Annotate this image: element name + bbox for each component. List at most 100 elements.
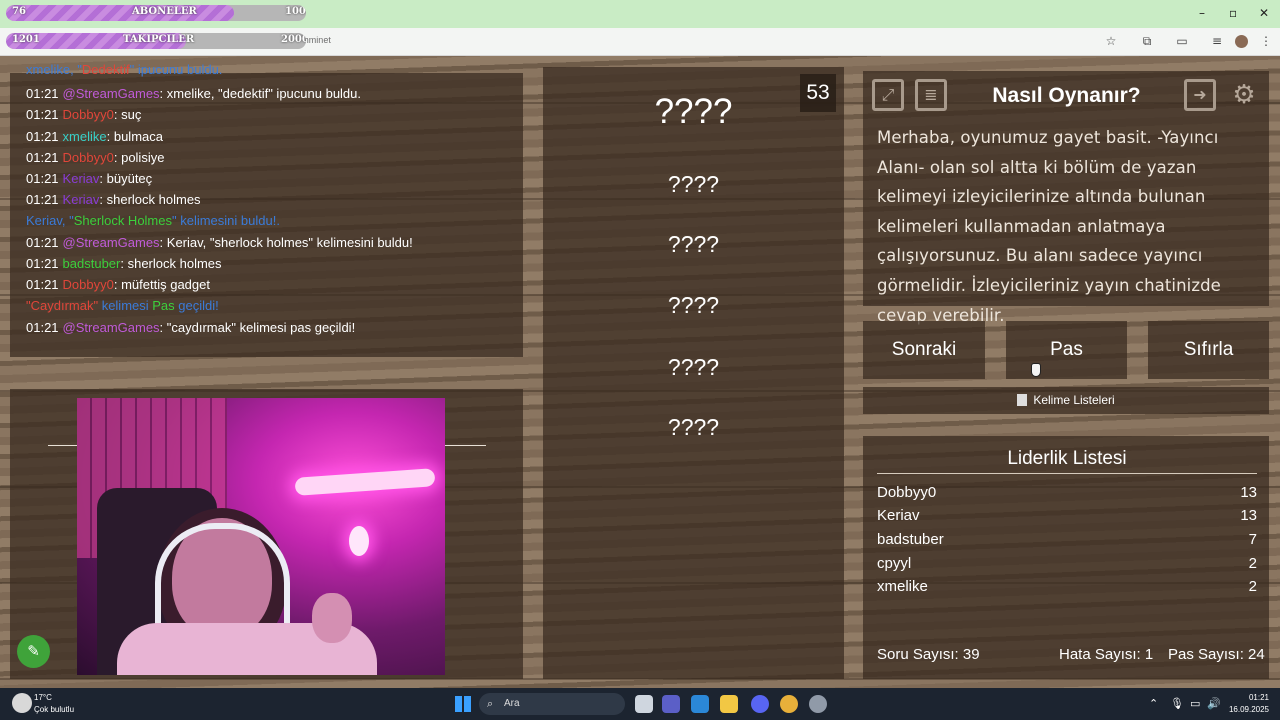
leaderboard-name: badstuber [877, 531, 944, 548]
pass-button[interactable]: Pas [1006, 321, 1127, 379]
chat-username[interactable]: Dobbyy0 [63, 107, 114, 122]
chat-text: : sherlock holmes [99, 192, 201, 207]
notes-icon[interactable]: ≣ [915, 79, 947, 111]
next-button[interactable]: Sonraki [863, 321, 985, 379]
howto-text: Merhaba, oyunumuz gayet basit. -Yayıncı … [877, 128, 1221, 325]
mouse-cursor [1031, 363, 1041, 377]
star-icon[interactable]: ☆ [1104, 34, 1118, 48]
copilot-icon[interactable] [691, 695, 709, 713]
chat-text: : müfettiş gadget [113, 277, 210, 292]
chat-username[interactable]: @StreamGames [63, 235, 160, 250]
chat-notice-cut: xmelike, "Dedektif" ipucunu buldu. [26, 62, 223, 77]
teams-icon[interactable] [662, 695, 680, 713]
chat-username[interactable]: xmelike [63, 129, 107, 144]
menu-icon[interactable]: ⋮ [1259, 34, 1273, 48]
pass-count: Pas Sayısı: 24 [1168, 646, 1265, 663]
webcam-feed [77, 398, 445, 675]
minimize-button[interactable]: – [1199, 6, 1205, 20]
chat-time: 01:21 [26, 320, 59, 335]
pencil-icon[interactable]: ✎ [17, 635, 50, 668]
hint-word: ???? [667, 292, 720, 318]
chat-time: 01:21 [26, 171, 59, 186]
chat-username[interactable]: Dobbyy0 [63, 277, 114, 292]
chat-username[interactable]: @StreamGames [63, 320, 160, 335]
reset-button[interactable]: Sıfırla [1148, 321, 1269, 379]
extensions-icon[interactable]: ⧉ [1140, 34, 1154, 48]
chat-time: 01:21 [26, 150, 59, 165]
leaderboard-name: Dobbyy0 [877, 484, 937, 501]
subscribers-bar-fill [6, 5, 234, 21]
chat-time: 01:21 [26, 235, 59, 250]
chat-message: 01:21 Dobbyy0: müfettiş gadget [26, 277, 210, 292]
followers-label: TAKIPCILER [123, 34, 195, 45]
chat-text: : sherlock holmes [120, 256, 222, 271]
subscribers-label: ABONELER [132, 6, 197, 17]
leaderboard-score: 2 [1248, 578, 1257, 595]
windows-start-icon[interactable] [455, 696, 471, 712]
chat-username[interactable]: Keriav [63, 171, 100, 186]
chat-text: : Keriav, "sherlock holmes" kelimesini b… [159, 235, 413, 250]
leaderboard-row: Keriav 13 [877, 507, 1257, 529]
chat-message: 01:21 @StreamGames: xmelike, "dedektif" i… [26, 86, 361, 101]
howto-title: Nasıl Oynanır? [992, 84, 1141, 107]
app-icon[interactable] [809, 695, 827, 713]
close-button[interactable]: ✕ [1259, 6, 1269, 20]
clock-time[interactable]: 01:21 [1229, 693, 1269, 702]
chat-message: 01:21 xmelike: bulmaca [26, 129, 163, 144]
chat-text: : bulmaca [106, 129, 163, 144]
chat-notice-pass: "Caydırmak" kelimesi Pas geçildi! [26, 298, 219, 313]
chat-username[interactable]: @StreamGames [63, 86, 160, 101]
discord-icon[interactable] [751, 695, 769, 713]
followers-bar: 1201 TAKIPCILER 2000 [6, 33, 306, 49]
leaderboard-title: Liderlik Listesi [1007, 448, 1127, 469]
leaderboard-divider [877, 473, 1257, 474]
chat-time: 01:21 [26, 107, 59, 122]
chat-time: 01:21 [26, 256, 59, 271]
reading-mode-icon[interactable]: ▭ [1175, 34, 1189, 48]
display-icon[interactable]: ▭ [1190, 697, 1200, 710]
chat-message: 01:21 @StreamGames: Keriav, "sherlock hol… [26, 235, 413, 250]
weather-desc[interactable]: Çok bulutlu [34, 705, 74, 714]
media-icon[interactable]: ≡ [1210, 34, 1224, 48]
leaderboard-name: cpyyl [877, 555, 912, 572]
chat-username[interactable]: Keriav [63, 192, 100, 207]
microphone-icon[interactable]: 🎙 [1170, 697, 1184, 710]
leaderboard-name: Keriav [877, 507, 920, 524]
tray-chevron-icon[interactable]: ⌃ [1149, 697, 1158, 710]
chat-username[interactable]: badstuber [63, 256, 121, 271]
main-word: ???? [654, 92, 733, 131]
subscribers-bar: 76 ABONELER 100 [6, 5, 306, 21]
leaderboard-row: badstuber 7 [877, 531, 1257, 553]
weather-icon[interactable] [12, 693, 32, 713]
chat-time: 01:21 [26, 192, 59, 207]
hint-word: ???? [667, 171, 720, 197]
chat-text: : xmelike, "dedektif" ipucunu buldu. [159, 86, 362, 101]
hint-word: ???? [667, 231, 720, 257]
leaderboard-row: Dobbyy0 13 [877, 484, 1257, 506]
weather-temp[interactable]: 17°C [34, 693, 52, 702]
clock-date[interactable]: 16.09.2025 [1213, 705, 1269, 714]
leaderboard-row: cpyyl 2 [877, 555, 1257, 577]
subscribers-goal: 100 [285, 6, 306, 17]
chat-message: 01:21 Keriav: büyüteç [26, 171, 152, 186]
restore-button[interactable]: ▫ [1229, 6, 1237, 20]
file-explorer-icon[interactable] [720, 695, 738, 713]
leaderboard-name: xmelike [877, 578, 928, 595]
taskbar-search[interactable]: ⌕ Ara [479, 693, 625, 715]
streamer-area-rule-right [445, 445, 486, 446]
leaderboard-score: 7 [1248, 531, 1257, 548]
leaderboard-score: 13 [1240, 507, 1257, 524]
gear-icon[interactable]: ⚙ [1228, 79, 1260, 111]
word-lists-button[interactable]: Kelime Listeleri [863, 387, 1269, 414]
chat-text: : polisiye [113, 150, 165, 165]
chat-username[interactable]: Dobbyy0 [63, 150, 114, 165]
chat-message: 01:21 @StreamGames: "caydırmak" kelimesi … [26, 320, 355, 335]
profile-avatar[interactable] [1235, 35, 1248, 48]
exit-icon[interactable]: ➜ [1184, 79, 1216, 111]
fullscreen-icon[interactable]: ⤢ [872, 79, 904, 111]
hint-word: ???? [667, 414, 720, 440]
search-icon: ⌕ [487, 698, 494, 710]
chrome-icon[interactable] [780, 695, 798, 713]
leaderboard-score: 13 [1240, 484, 1257, 501]
task-view-icon[interactable] [635, 695, 653, 713]
